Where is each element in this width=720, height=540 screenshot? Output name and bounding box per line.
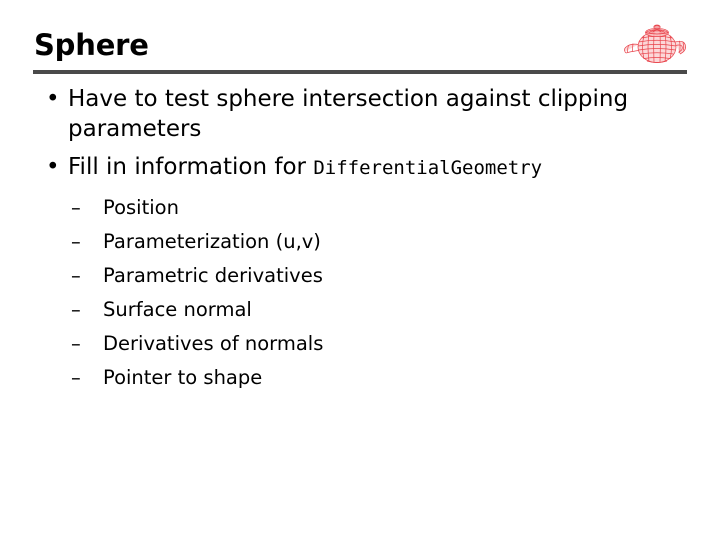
slide-body: • Have to test sphere intersection again… [0, 84, 720, 395]
dash-marker-icon: – [71, 298, 81, 321]
bullet-item: • Have to test sphere intersection again… [0, 84, 720, 144]
dash-marker-icon: – [71, 366, 81, 389]
teapot-wireframe-icon [620, 20, 690, 68]
code-identifier: DifferentialGeometry [313, 157, 543, 179]
sub-bullet-text: Position [103, 196, 179, 219]
page-title: Sphere [34, 28, 149, 62]
sub-bullet-item: – Pointer to shape [0, 361, 720, 395]
dash-marker-icon: – [71, 196, 81, 219]
sub-bullet-list: – Position – Parameterization (u,v) – Pa… [0, 191, 720, 395]
dash-marker-icon: – [71, 264, 81, 287]
sub-bullet-text: Pointer to shape [103, 366, 263, 389]
sub-bullet-text: Parametric derivatives [103, 264, 323, 287]
slide: Sphere • Have to test sphere intersectio… [0, 0, 720, 540]
sub-bullet-item: – Position [0, 191, 720, 225]
bullet-text: Have to test sphere intersection against… [68, 86, 629, 142]
dash-marker-icon: – [71, 332, 81, 355]
sub-bullet-text: Derivatives of normals [103, 332, 324, 355]
bullet-marker-icon: • [46, 86, 60, 112]
dash-marker-icon: – [71, 230, 81, 253]
title-divider [33, 70, 687, 74]
sub-bullet-item: – Parametric derivatives [0, 259, 720, 293]
sub-bullet-item: – Surface normal [0, 293, 720, 327]
bullet-text: Fill in information for [68, 154, 314, 180]
sub-bullet-text: Parameterization (u,v) [103, 230, 321, 253]
bullet-marker-icon: • [46, 154, 60, 180]
sub-bullet-item: – Parameterization (u,v) [0, 225, 720, 259]
sub-bullet-item: – Derivatives of normals [0, 327, 720, 361]
bullet-item: • Fill in information for DifferentialGe… [0, 152, 720, 183]
sub-bullet-text: Surface normal [103, 298, 252, 321]
